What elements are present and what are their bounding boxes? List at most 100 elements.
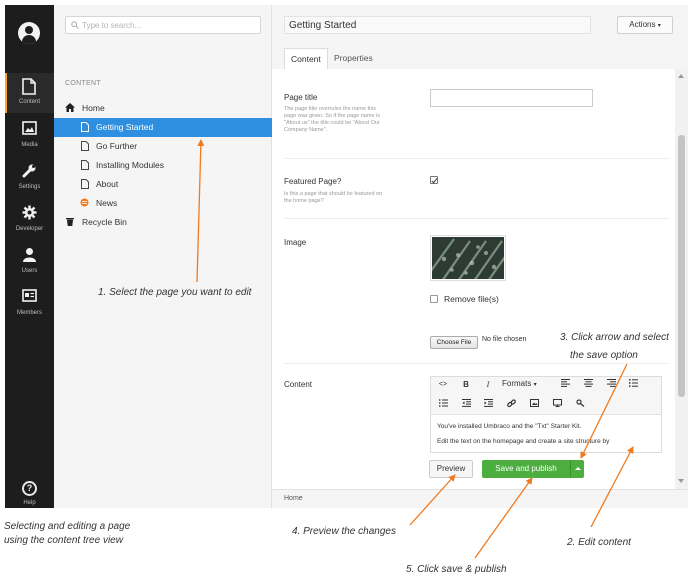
tab-properties[interactable]: Properties <box>328 48 379 69</box>
nav-item-content[interactable]: Content <box>5 73 54 113</box>
help-button[interactable]: ? Help <box>5 481 54 513</box>
featured-label: Featured Page? <box>284 177 342 186</box>
divider <box>284 158 669 159</box>
tree-item-home[interactable]: Home <box>54 99 272 118</box>
nav-item-members[interactable]: Members <box>5 284 54 324</box>
rte-toolbar: <> B I Formats ▾ <box>431 377 661 415</box>
tree-item-installing-modules[interactable]: Installing Modules <box>54 156 272 175</box>
italic-icon[interactable]: I <box>482 379 494 391</box>
content-label: Content <box>284 380 313 389</box>
divider <box>284 218 669 219</box>
annotation-step-4: 4. Preview the changes <box>292 526 396 537</box>
save-options-caret-button[interactable] <box>570 460 584 478</box>
nav-label-developer: Developer <box>15 226 44 232</box>
nav-item-settings[interactable]: Settings <box>5 158 54 198</box>
scroll-up-arrow-icon[interactable] <box>678 74 684 78</box>
document-icon <box>81 160 89 170</box>
wrench-icon <box>22 164 36 178</box>
trash-icon <box>66 218 74 226</box>
annotation-step-5: 5. Click save & publish <box>406 564 507 575</box>
editor-scrollbar[interactable] <box>675 69 688 489</box>
align-left-icon[interactable] <box>559 379 571 391</box>
avatar[interactable] <box>18 22 40 44</box>
preview-button[interactable]: Preview <box>429 460 473 478</box>
tree-item-label: News <box>96 198 118 208</box>
align-center-icon[interactable] <box>582 379 594 391</box>
document-icon <box>22 78 36 95</box>
bullet-list-icon[interactable] <box>627 379 639 391</box>
help-label: Help <box>23 500 36 506</box>
tree-search-input[interactable] <box>82 18 252 32</box>
tree-item-label: Installing Modules <box>96 160 165 170</box>
rte-text-line[interactable]: You've installed Umbraco and the "Txt" S… <box>437 423 581 430</box>
home-icon <box>65 103 75 112</box>
page-title-input[interactable] <box>430 89 593 107</box>
divider <box>284 363 669 364</box>
avatar-body <box>22 35 36 44</box>
actions-button[interactable]: Actions ▾ <box>617 16 673 34</box>
save-and-publish-button[interactable]: Save and publish <box>482 460 570 478</box>
screenshot-root: Content Media Settings Developer Users M… <box>0 0 693 587</box>
content-editor: Getting Started Actions ▾ Content Proper… <box>272 5 688 508</box>
image-icon <box>22 121 37 135</box>
annotation-step-3-line2: the save option <box>570 350 638 361</box>
macro-icon[interactable] <box>574 399 586 411</box>
indent-icon[interactable] <box>482 399 494 411</box>
rte-text-line[interactable]: Edit the text on the homepage and create… <box>437 438 609 445</box>
image-thumbnail[interactable] <box>430 235 506 281</box>
main-navigation: Content Media Settings Developer Users M… <box>5 5 54 508</box>
search-icon <box>71 21 79 29</box>
news-icon <box>80 198 89 207</box>
tree-item-recycle-bin[interactable]: Recycle Bin <box>54 213 272 232</box>
tree-item-go-further[interactable]: Go Further <box>54 137 272 156</box>
tree-item-getting-started[interactable]: Getting Started <box>54 118 272 137</box>
tree-item-about[interactable]: About <box>54 175 272 194</box>
document-icon <box>81 179 89 189</box>
choose-file-button[interactable]: Choose File <box>430 336 478 349</box>
id-card-icon <box>22 289 37 302</box>
caret-down-icon: ▾ <box>533 382 537 388</box>
tree-item-news[interactable]: News <box>54 194 272 213</box>
remove-file-label: Remove file(s) <box>444 294 499 304</box>
outdent-icon[interactable] <box>460 399 472 411</box>
featured-checkbox[interactable] <box>430 176 438 184</box>
figure-caption-line2: using the content tree view <box>4 535 123 546</box>
no-file-text: No file chosen <box>482 336 527 343</box>
breadcrumb-home[interactable]: Home <box>284 495 303 502</box>
annotation-step-2: 2. Edit content <box>567 537 631 548</box>
formats-dropdown[interactable]: Formats ▾ <box>502 379 537 388</box>
source-code-icon[interactable]: <> <box>437 379 449 391</box>
insert-image-icon[interactable] <box>528 399 540 411</box>
tree-item-label: Recycle Bin <box>82 217 127 227</box>
figure-caption-line1: Selecting and editing a page <box>4 521 131 532</box>
nav-label-media: Media <box>21 142 38 148</box>
formats-label: Formats <box>502 379 532 388</box>
tree-item-label: About <box>96 179 119 189</box>
gear-icon <box>22 205 37 220</box>
scroll-down-arrow-icon[interactable] <box>678 479 684 483</box>
tree-item-label: Getting Started <box>96 122 154 132</box>
tree-section-title: CONTENT <box>65 80 101 87</box>
nav-item-developer[interactable]: Developer <box>5 200 54 240</box>
caret-down-icon: ▾ <box>657 23 661 29</box>
scroll-thumb[interactable] <box>678 135 685 397</box>
tree-search-box[interactable] <box>65 16 261 34</box>
nav-item-media[interactable]: Media <box>5 116 54 156</box>
page-name-field[interactable]: Getting Started <box>284 16 591 34</box>
document-icon <box>81 141 89 151</box>
insert-media-icon[interactable] <box>551 399 563 411</box>
tree-item-label: Go Further <box>96 141 138 151</box>
nav-item-users[interactable]: Users <box>5 242 54 282</box>
link-icon[interactable] <box>505 399 517 411</box>
tab-content[interactable]: Content <box>284 48 328 69</box>
annotation-step-1: 1. Select the page you want to edit <box>98 287 252 298</box>
page-title-description: The page title overrules the name this p… <box>284 106 381 133</box>
numbered-list-icon[interactable] <box>437 399 449 411</box>
nav-label-members: Members <box>16 310 42 316</box>
bold-icon[interactable]: B <box>460 379 472 391</box>
remove-file-checkbox[interactable] <box>430 295 438 303</box>
align-right-icon[interactable] <box>605 379 617 391</box>
image-label: Image <box>284 238 307 247</box>
document-icon <box>81 122 89 132</box>
content-tree-panel: CONTENT Home Getting Started Go Further … <box>54 5 272 508</box>
